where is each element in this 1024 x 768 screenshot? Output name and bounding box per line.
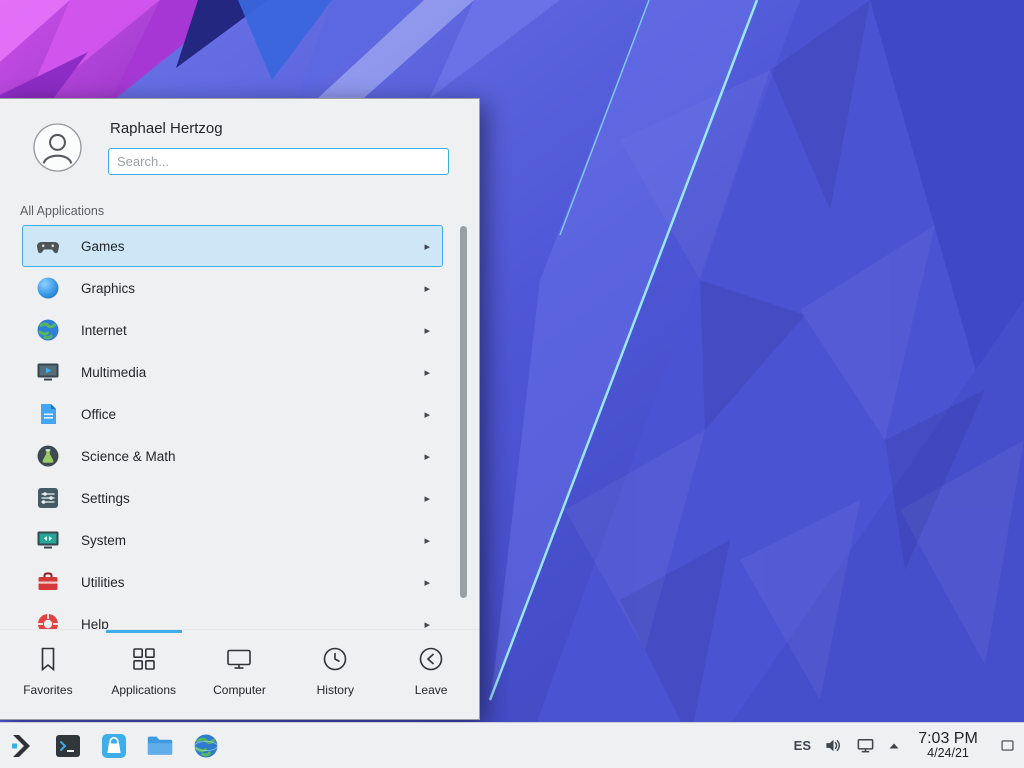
category-games[interactable]: Games ▸: [22, 225, 443, 267]
avatar[interactable]: [33, 123, 82, 172]
category-system[interactable]: System ▸: [22, 519, 443, 561]
chevron-right-icon: ▸: [424, 618, 430, 630]
chevron-right-icon: ▸: [424, 576, 430, 589]
section-label: All Applications: [0, 195, 479, 223]
tab-indicator: [202, 630, 278, 633]
chevron-right-icon: ▸: [424, 408, 430, 421]
tab-leave[interactable]: Leave: [383, 630, 479, 719]
browser-icon[interactable]: [187, 726, 225, 766]
category-label: Internet: [81, 323, 424, 338]
flask-icon: [35, 443, 61, 469]
show-desktop-button[interactable]: [996, 726, 1018, 766]
launcher-header: Raphael Hertzog: [0, 99, 479, 195]
desktop: Raphael Hertzog All Applications Games ▸: [0, 0, 1024, 768]
system-monitor-icon: [35, 527, 61, 553]
tab-favorites[interactable]: Favorites: [0, 630, 96, 719]
category-science-math[interactable]: Science & Math ▸: [22, 435, 443, 477]
tab-applications[interactable]: Applications: [96, 630, 192, 719]
bookmark-icon: [33, 644, 63, 674]
tab-indicator: [393, 630, 469, 633]
category-label: System: [81, 533, 424, 548]
category-label: Graphics: [81, 281, 424, 296]
clock-icon: [320, 644, 350, 674]
tab-label: Leave: [415, 683, 448, 697]
tab-indicator: [297, 630, 373, 633]
category-help[interactable]: Help ▸: [22, 603, 443, 629]
tab-label: History: [317, 683, 354, 697]
clock-time: 7:03 PM: [918, 730, 978, 748]
toolbox-icon: [35, 569, 61, 595]
tab-label: Favorites: [23, 683, 72, 697]
application-launcher: Raphael Hertzog All Applications Games ▸: [0, 98, 480, 720]
expand-caret-icon[interactable]: [888, 740, 900, 752]
category-label: Utilities: [81, 575, 424, 590]
tab-computer[interactable]: Computer: [192, 630, 288, 719]
globe-icon: [35, 317, 61, 343]
document-icon: [35, 401, 61, 427]
tab-indicator: [10, 630, 86, 633]
category-label: Multimedia: [81, 365, 424, 380]
gamepad-icon: [35, 233, 61, 259]
launcher-tabbar: Favorites Applications: [0, 629, 479, 719]
category-label: Help: [81, 617, 424, 630]
clock-date: 4/24/21: [927, 747, 969, 761]
tab-label: Computer: [213, 683, 266, 697]
scrollbar[interactable]: [460, 226, 467, 598]
discover-icon[interactable]: [95, 726, 133, 766]
category-multimedia[interactable]: Multimedia ▸: [22, 351, 443, 393]
tab-indicator: [106, 630, 182, 633]
chevron-right-icon: ▸: [424, 534, 430, 547]
kickoff-launcher-icon[interactable]: [3, 726, 41, 766]
taskbar: ES 7:03 PM 4/24/21: [0, 722, 1024, 768]
keyboard-layout-indicator[interactable]: ES: [794, 738, 811, 753]
chevron-right-icon: ▸: [424, 492, 430, 505]
user-name: Raphael Hertzog: [110, 120, 223, 137]
life-ring-icon: [35, 611, 61, 629]
monitor-icon: [224, 644, 254, 674]
category-label: Science & Math: [81, 449, 424, 464]
file-manager-icon[interactable]: [141, 726, 179, 766]
category-label: Office: [81, 407, 424, 422]
volume-icon[interactable]: [824, 736, 843, 755]
chevron-right-icon: ▸: [424, 324, 430, 337]
leave-circle-icon: [416, 644, 446, 674]
grid-icon: [129, 644, 159, 674]
chevron-right-icon: ▸: [424, 366, 430, 379]
category-office[interactable]: Office ▸: [22, 393, 443, 435]
tab-history[interactable]: History: [287, 630, 383, 719]
category-graphics[interactable]: Graphics ▸: [22, 267, 443, 309]
chevron-right-icon: ▸: [424, 450, 430, 463]
category-label: Games: [81, 239, 424, 254]
terminal-icon[interactable]: [49, 726, 87, 766]
monitor-play-icon: [35, 359, 61, 385]
category-utilities[interactable]: Utilities ▸: [22, 561, 443, 603]
graphics-orb-icon: [35, 275, 61, 301]
category-settings[interactable]: Settings ▸: [22, 477, 443, 519]
sliders-icon: [35, 485, 61, 511]
category-label: Settings: [81, 491, 424, 506]
network-icon[interactable]: [856, 736, 875, 755]
search-input[interactable]: [108, 148, 449, 175]
system-tray: ES 7:03 PM 4/24/21: [794, 726, 1018, 766]
category-list: Games ▸ Graphics ▸: [0, 223, 479, 629]
digital-clock[interactable]: 7:03 PM 4/24/21: [913, 730, 983, 761]
chevron-right-icon: ▸: [424, 240, 430, 253]
tab-label: Applications: [111, 683, 176, 697]
chevron-right-icon: ▸: [424, 282, 430, 295]
category-internet[interactable]: Internet ▸: [22, 309, 443, 351]
